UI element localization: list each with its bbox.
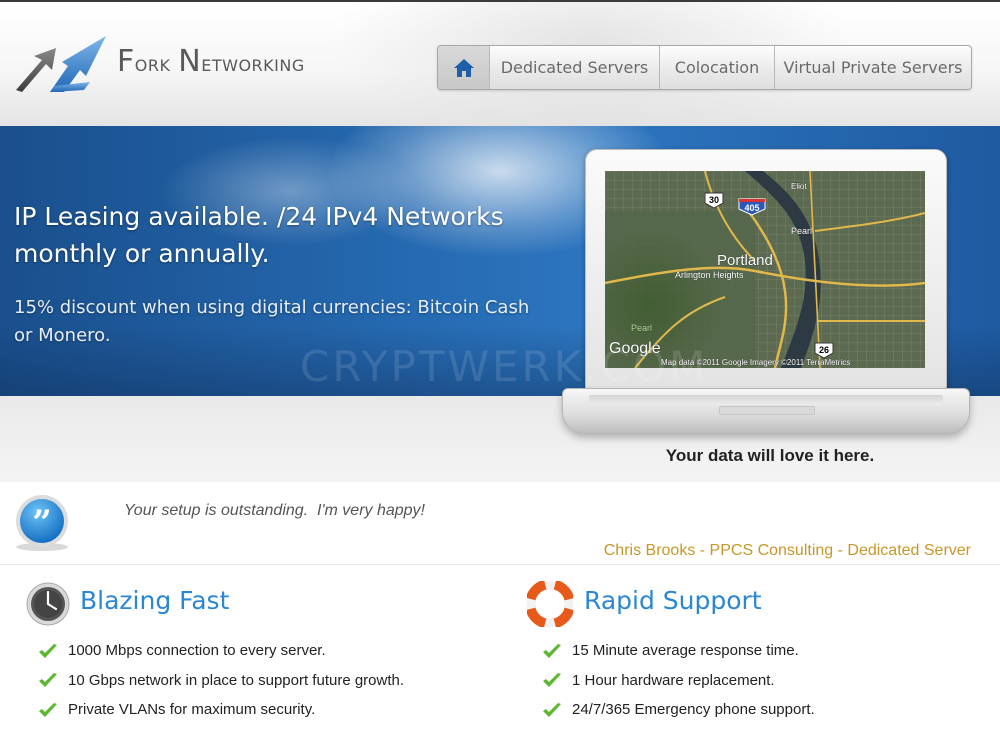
brand-rest-1: ork [134,51,171,77]
list-item-text: 10 Gbps network in place to support futu… [68,671,405,689]
list-item: 15 Minute average response time. [542,636,815,666]
hero-title: IP Leasing available. /24 IPv4 Networks … [14,202,504,268]
list-item-text: 24/7/365 Emergency phone support. [572,701,815,719]
list-item-text: 1 Hour hardware replacement. [572,671,775,689]
svg-text:30: 30 [709,195,719,205]
brand-cap-1: F [117,44,135,79]
svg-text:Eliot: Eliot [791,182,807,191]
list-item-text: 1000 Mbps connection to every server. [68,642,326,660]
list-item: 1 Hour hardware replacement. [542,666,815,696]
testimonial-quote: Your setup is outstanding. I'm very happ… [124,502,425,519]
home-icon [453,58,474,77]
laptop-screen-map: 30 405 26 Portland Arlington Heights Pea… [605,171,925,368]
svg-text:405: 405 [744,203,759,213]
list-item-text: Private VLANs for maximum security. [68,701,316,719]
portland-map-image: 30 405 26 Portland Arlington Heights Pea… [605,171,925,368]
list-item: Private VLANs for maximum security. [38,695,404,725]
testimonial-author: Chris Brooks - PPCS Consulting - Dedicat… [603,542,971,559]
checkmark-icon [39,702,57,717]
clock-icon [26,582,70,626]
svg-text:”: ” [32,503,52,543]
brand-name[interactable]: Fork Networking [117,44,305,84]
quote-icon: ” [16,495,68,551]
lifebuoy-icon [527,581,573,627]
feature-title-rapid-support: Rapid Support [584,586,762,615]
brand-rest-2: etworking [201,51,305,77]
main-nav: Dedicated Servers Colocation Virtual Pri… [437,45,972,90]
list-item: 24/7/365 Emergency phone support. [542,695,815,725]
list-item-text: 15 Minute average response time. [572,642,799,660]
checkmark-icon [39,673,57,688]
feature-title-blazing-fast: Blazing Fast [80,586,230,615]
feature-list-rapid-support: 15 Minute average response time. 1 Hour … [542,636,815,725]
map-city-label: Portland [717,252,773,269]
watermark-text: CRYPTWERK.COM [300,342,709,391]
checkmark-icon [543,702,561,717]
svg-text:26: 26 [819,345,829,355]
site-header: Fork Networking Dedicated Servers Coloca… [0,0,1000,126]
nav-home-button[interactable] [438,46,490,89]
list-item: 10 Gbps network in place to support futu… [38,666,404,696]
laptop-keyboard [589,395,943,405]
checkmark-icon [543,643,561,658]
laptop-trackpad [719,406,815,415]
svg-text:Pearl: Pearl [631,323,652,333]
laptop-tagline: Your data will love it here. [665,446,875,465]
checkmark-icon [39,643,57,658]
svg-text:Arlington Heights: Arlington Heights [675,270,744,280]
fork-networking-logo-icon[interactable] [12,32,108,92]
feature-list-blazing-fast: 1000 Mbps connection to every server. 10… [38,636,404,725]
laptop-base [562,388,970,434]
checkmark-icon [543,673,561,688]
nav-item-virtual-private-servers[interactable]: Virtual Private Servers [775,46,971,89]
list-item: 1000 Mbps connection to every server. [38,636,404,666]
svg-text:Pearl: Pearl [791,226,812,236]
nav-item-dedicated-servers[interactable]: Dedicated Servers [490,46,660,89]
brand-cap-2: N [178,44,202,79]
nav-item-colocation[interactable]: Colocation [660,46,775,89]
section-divider [0,564,1000,565]
